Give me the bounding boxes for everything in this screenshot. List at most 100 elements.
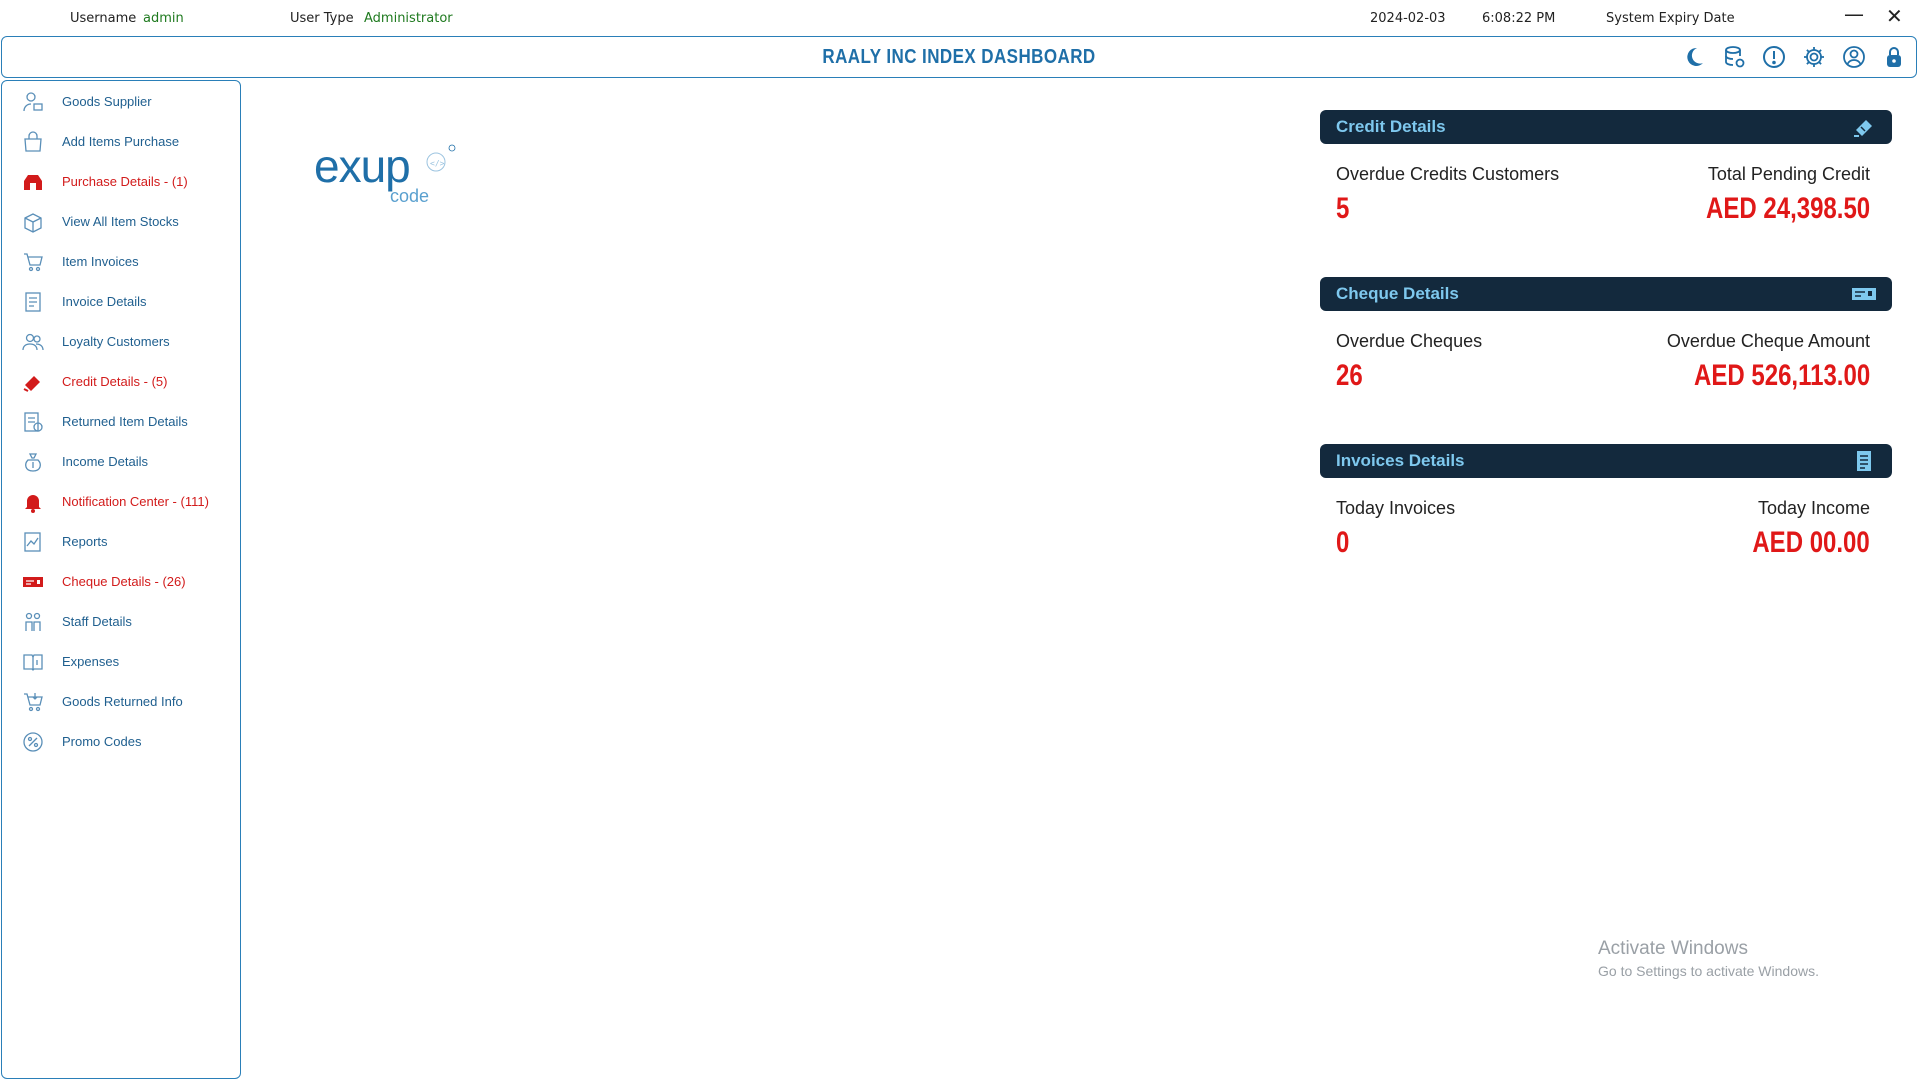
cheque-card-icon[interactable]: [1852, 283, 1876, 305]
sidebar-item-goods-returned-info[interactable]: Goods Returned Info: [2, 687, 240, 717]
moon-icon[interactable]: [1682, 45, 1706, 69]
shopping-bag-icon: [22, 131, 44, 153]
database-icon[interactable]: [1722, 45, 1746, 69]
cheque-details-card: Cheque Details Overdue Cheques Overdue C…: [1320, 277, 1892, 397]
sidebar-item-label: Goods Returned Info: [62, 694, 183, 709]
sidebar-item-credit-details[interactable]: Credit Details - (5): [2, 367, 240, 397]
alert-icon[interactable]: [1762, 45, 1786, 69]
sidebar-item-item-invoices[interactable]: Item Invoices: [2, 247, 240, 277]
sidebar-item-label: Invoice Details: [62, 294, 147, 309]
expenses-book-icon: [22, 651, 44, 673]
sidebar-item-label: Staff Details: [62, 614, 132, 629]
today-invoices-value: 0: [1336, 526, 1350, 559]
sidebar-item-returned-item-details[interactable]: Returned Item Details: [2, 407, 240, 437]
overdue-credits-label: Overdue Credits Customers: [1336, 164, 1560, 184]
purchase-icon: [22, 171, 44, 193]
sidebar-item-purchase-details[interactable]: Purchase Details - (1): [2, 167, 240, 197]
stock-box-icon: [22, 211, 44, 233]
card-title: Cheque Details: [1336, 284, 1459, 303]
cart-return-icon: [22, 691, 44, 713]
sidebar-item-add-items-purchase[interactable]: Add Items Purchase: [2, 127, 240, 157]
sidebar-item-label: Returned Item Details: [62, 414, 188, 429]
svg-text:</>: </>: [430, 159, 445, 168]
sidebar-item-label: Item Invoices: [62, 254, 139, 269]
credit-details-card: Credit Details Overdue Credits Customers…: [1320, 110, 1892, 230]
sidebar-item-label: View All Item Stocks: [62, 214, 179, 229]
sidebar-item-label: Add Items Purchase: [62, 134, 180, 149]
sidebar-item-expenses[interactable]: Expenses: [2, 647, 240, 677]
lock-icon[interactable]: [1882, 45, 1906, 69]
sidebar-item-view-all-item-stocks[interactable]: View All Item Stocks: [2, 207, 240, 237]
card-header: Invoices Details: [1320, 444, 1892, 478]
title-bar: RAALY INC INDEX DASHBOARD: [1, 36, 1917, 78]
returned-item-icon: [22, 411, 44, 433]
card-header: Credit Details: [1320, 110, 1892, 144]
sidebar-item-invoice-details[interactable]: Invoice Details: [2, 287, 240, 317]
sidebar-item-label: Cheque Details - (26): [62, 574, 186, 589]
card-title: Invoices Details: [1336, 451, 1465, 470]
bell-icon: [22, 491, 44, 513]
total-pending-credit-value: AED 24,398.50: [1705, 192, 1870, 225]
overdue-cheque-amount-label: Overdue Cheque Amount: [1666, 331, 1870, 351]
today-income-value: AED 00.00: [1752, 526, 1870, 559]
minimize-button[interactable]: —: [1844, 2, 1864, 26]
sidebar-item-label: Income Details: [62, 454, 148, 469]
user-icon[interactable]: [1842, 45, 1866, 69]
sidebar-item-income-details[interactable]: Income Details: [2, 447, 240, 477]
cart-icon: [22, 251, 44, 273]
supplier-icon: [22, 91, 44, 113]
watermark-title: Activate Windows: [1598, 938, 1748, 959]
current-time: 6:08:22 PM: [1482, 11, 1556, 26]
sidebar-item-label: Purchase Details - (1): [62, 174, 188, 189]
sidebar-item-cheque-details[interactable]: Cheque Details - (26): [2, 567, 240, 597]
overdue-cheques-label: Overdue Cheques: [1336, 331, 1483, 351]
cheque-icon: [22, 571, 44, 593]
usertype-value: Administrator: [364, 11, 453, 26]
company-logo: exup code </>: [312, 140, 472, 210]
watermark-subtitle: Go to Settings to activate Windows.: [1598, 963, 1819, 979]
svg-text:exup: exup: [314, 140, 410, 192]
percent-icon: [22, 731, 44, 753]
settings-icon[interactable]: [1802, 45, 1826, 69]
username-label: Username: [70, 11, 137, 26]
card-header: Cheque Details: [1320, 277, 1892, 311]
today-invoices-label: Today Invoices: [1336, 498, 1456, 518]
sidebar-item-label: Notification Center - (111): [62, 494, 209, 509]
sidebar-item-goods-supplier[interactable]: Goods Supplier: [2, 87, 240, 117]
total-pending-credit-label: Total Pending Credit: [1707, 164, 1870, 184]
sidebar-item-label: Promo Codes: [62, 734, 142, 749]
overdue-cheques-value: 26: [1336, 359, 1363, 392]
overdue-credits-value: 5: [1336, 192, 1350, 225]
credit-icon: [22, 371, 44, 393]
sidebar-item-reports[interactable]: Reports: [2, 527, 240, 557]
today-income-label: Today Income: [1757, 498, 1870, 518]
sidebar-item-label: Reports: [62, 534, 108, 549]
sidebar-item-notification-center[interactable]: Notification Center - (111): [2, 487, 240, 517]
system-expiry-label: System Expiry Date: [1606, 11, 1735, 26]
invoices-details-card: Invoices Details Today Invoices Today In…: [1320, 444, 1892, 564]
close-button[interactable]: ✕: [1886, 4, 1903, 28]
document-icon[interactable]: [1852, 450, 1876, 472]
sidebar-item-label: Credit Details - (5): [62, 374, 168, 389]
sidebar: Goods Supplier Add Items Purchase Purcha…: [1, 80, 241, 1079]
page-title: RAALY INC INDEX DASHBOARD: [822, 46, 1096, 68]
current-date: 2024-02-03: [1370, 11, 1446, 26]
sidebar-item-label: Expenses: [62, 654, 120, 669]
reports-icon: [22, 531, 44, 553]
activate-windows-watermark: Activate Windows Go to Settings to activ…: [1598, 938, 1819, 979]
sidebar-item-staff-details[interactable]: Staff Details: [2, 607, 240, 637]
status-bar: Username admin User Type Administrator 2…: [0, 0, 1920, 36]
svg-text:code: code: [390, 186, 429, 206]
invoice-icon: [22, 291, 44, 313]
sidebar-item-loyalty-customers[interactable]: Loyalty Customers: [2, 327, 240, 357]
overdue-cheque-amount-value: AED 526,113.00: [1693, 359, 1870, 392]
customers-icon: [22, 331, 44, 353]
usertype-label: User Type: [290, 11, 354, 26]
sidebar-item-label: Goods Supplier: [62, 94, 152, 109]
username-value: admin: [143, 11, 184, 26]
credit-card-icon[interactable]: [1852, 116, 1876, 138]
staff-icon: [22, 611, 44, 633]
money-bag-icon: [22, 451, 44, 473]
sidebar-item-promo-codes[interactable]: Promo Codes: [2, 727, 240, 757]
sidebar-item-label: Loyalty Customers: [62, 334, 170, 349]
